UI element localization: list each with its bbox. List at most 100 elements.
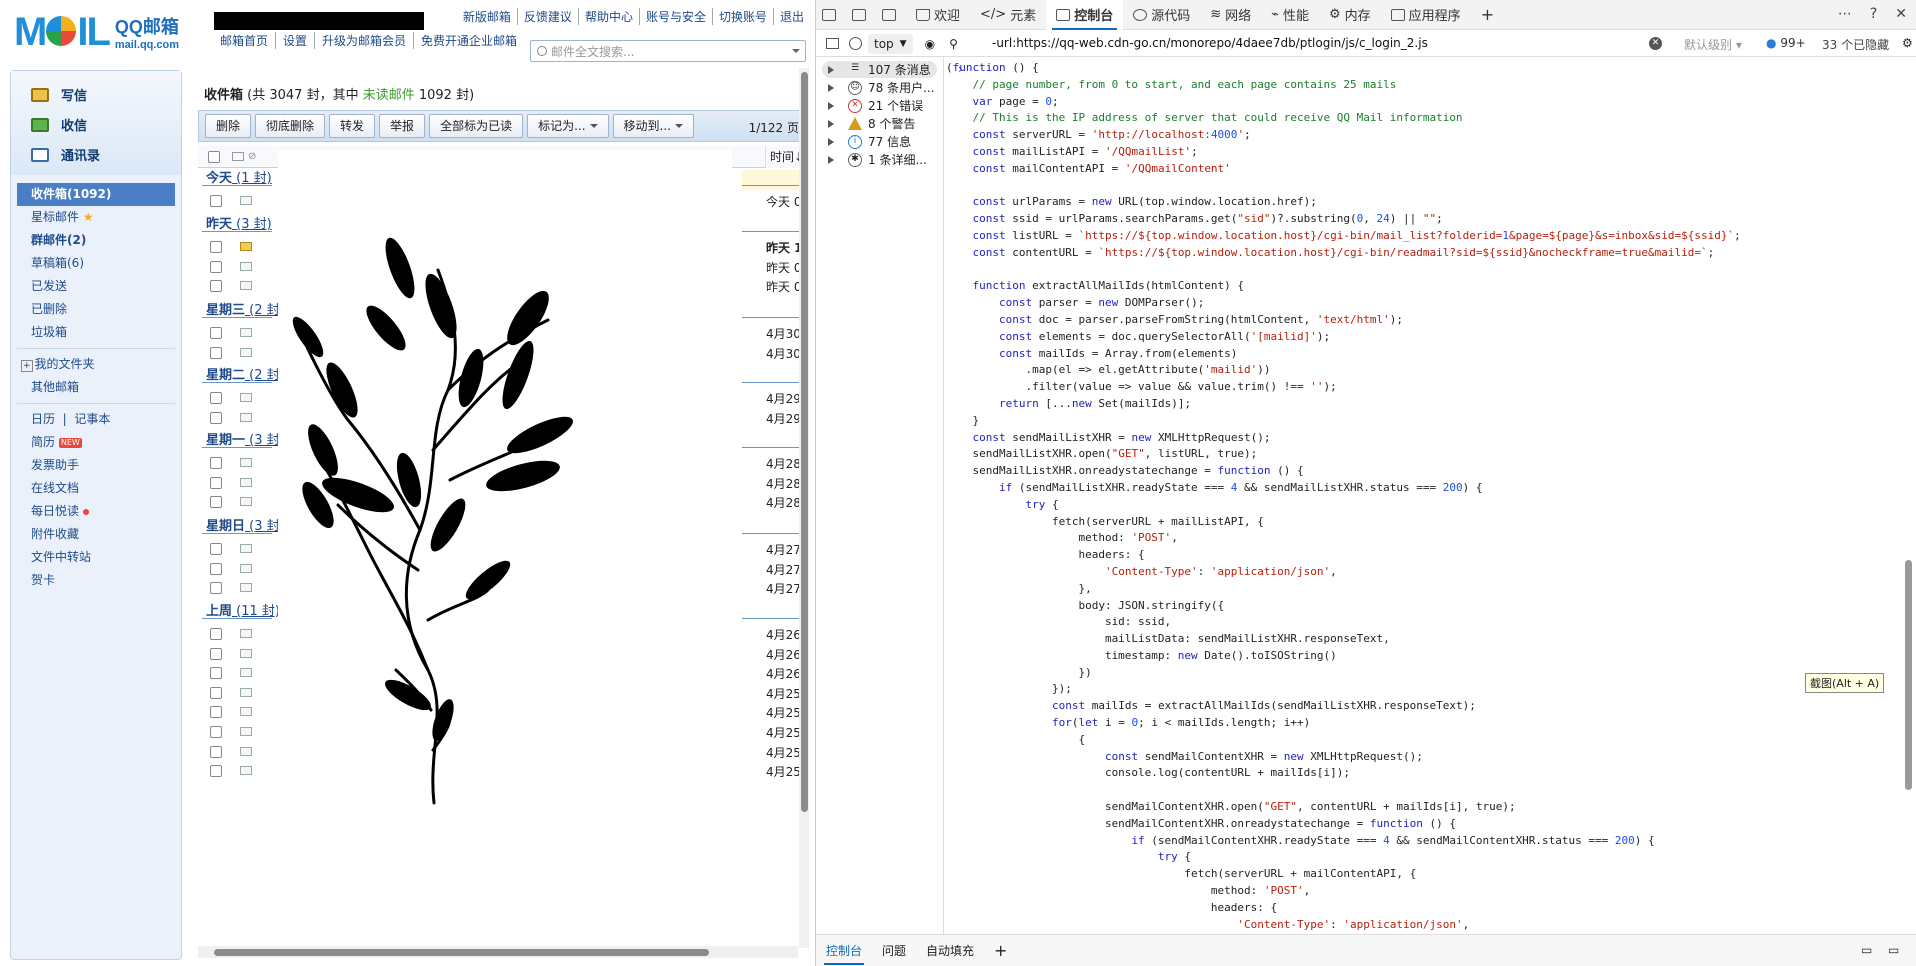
scroll-thumb[interactable] — [214, 949, 709, 956]
group-header[interactable]: 昨天 (3 封) — [206, 213, 272, 232]
link-upgrade[interactable]: 升级为邮箱会员 — [314, 32, 413, 49]
row-checkbox[interactable] — [210, 745, 222, 758]
tab-application[interactable]: 应用程序 — [1381, 0, 1471, 30]
group-header[interactable]: 上周 (11 封) — [206, 600, 280, 619]
link-account-security[interactable]: 账号与安全 — [638, 8, 712, 25]
folder-inbox[interactable]: 收件箱(1092) — [17, 183, 175, 206]
settings-gear-icon[interactable]: ⚙ — [1902, 36, 1913, 50]
inspect-icon[interactable] — [816, 0, 846, 30]
link-home[interactable]: 邮箱首页 — [220, 32, 275, 49]
row-checkbox[interactable] — [210, 667, 222, 680]
folder-spam[interactable]: 垃圾箱 — [17, 321, 175, 344]
folder-starred[interactable]: 星标邮件 ★ — [17, 206, 175, 229]
tab-performance[interactable]: ⌁ 性能 — [1261, 0, 1319, 30]
search-input[interactable]: 邮件全文搜索... — [530, 40, 806, 62]
drawer-tab-issues[interactable]: 问题 — [872, 935, 916, 966]
tool-file-transfer[interactable]: 文件中转站 — [17, 546, 175, 569]
forward-button[interactable]: 转发 — [329, 114, 376, 138]
row-checkbox[interactable] — [210, 476, 222, 489]
chevron-down-icon[interactable] — [792, 49, 800, 57]
row-checkbox[interactable] — [210, 346, 222, 359]
device-icon[interactable] — [846, 0, 876, 30]
help-icon[interactable]: ? — [1870, 6, 1877, 22]
sidebar-info[interactable]: i 77 信息 — [828, 133, 911, 150]
folder-deleted[interactable]: 已删除 — [17, 298, 175, 321]
group-count[interactable]: (1 封) — [232, 171, 272, 186]
tool-notes[interactable]: 记事本 — [74, 412, 110, 426]
link-help[interactable]: 帮助中心 — [577, 8, 639, 25]
mark-as-dropdown[interactable]: 标记为... — [527, 114, 609, 138]
link-enterprise[interactable]: 免费开通企业邮箱 — [413, 32, 524, 49]
row-checkbox[interactable] — [210, 543, 222, 555]
other-mail[interactable]: 其他邮箱 — [17, 376, 175, 399]
my-folders[interactable]: + 我的文件夹 — [17, 353, 175, 376]
tool-invoice[interactable]: 发票助手 — [17, 454, 175, 477]
tool-attachments[interactable]: 附件收藏 — [17, 523, 175, 546]
link-logout[interactable]: 退出 — [772, 8, 810, 25]
tab-elements[interactable]: </> 元素 — [970, 0, 1046, 30]
tool-daily-read[interactable]: 每日悦读 — [17, 500, 175, 523]
group-count[interactable]: (3 封 — [245, 433, 279, 448]
expand-icon[interactable]: + — [21, 360, 33, 372]
qq-mail-logo[interactable]: M IL QQ邮箱 mail.qq.com — [14, 10, 179, 54]
row-checkbox[interactable] — [210, 706, 222, 719]
sidebar-icon[interactable] — [826, 38, 839, 49]
filter-input[interactable]: -url:https://qq-web.cdn-go.cn/monorepo/4… — [992, 36, 1428, 50]
mark-all-read-button[interactable]: 全部标为已读 — [429, 114, 524, 138]
row-checkbox[interactable] — [210, 195, 222, 207]
contacts-button[interactable]: 通讯录 — [31, 145, 100, 164]
log-level-dropdown[interactable]: 默认级别 ▾ — [1684, 36, 1742, 53]
group-count[interactable]: (2 封 — [245, 368, 279, 383]
group-header[interactable]: 星期三 (2 封 — [206, 299, 280, 318]
group-count[interactable]: (3 封 — [245, 519, 279, 534]
row-checkbox[interactable] — [210, 457, 222, 469]
group-header[interactable]: 星期二 (2 封 — [206, 364, 280, 383]
link-feedback[interactable]: 反馈建议 — [516, 8, 578, 25]
link-new-mail[interactable]: 新版邮箱 — [457, 8, 517, 25]
delete-button[interactable]: 删除 — [205, 114, 252, 138]
row-checkbox[interactable] — [210, 562, 222, 575]
report-button[interactable]: 举报 — [379, 114, 426, 138]
select-all-checkbox[interactable] — [208, 151, 220, 163]
row-checkbox[interactable] — [210, 647, 222, 660]
row-checkbox[interactable] — [210, 241, 222, 253]
permanent-delete-button[interactable]: 彻底删除 — [255, 114, 326, 138]
group-count[interactable]: (3 封) — [232, 217, 272, 232]
sidebar-toggle-icon[interactable] — [876, 0, 906, 30]
tool-calendar[interactable]: 日历 — [31, 412, 55, 426]
tab-sources[interactable]: 源代码 — [1123, 0, 1200, 30]
group-header[interactable]: 星期日 (3 封 — [206, 515, 280, 534]
tool-cards[interactable]: 贺卡 — [17, 569, 175, 592]
console-scrollbar[interactable] — [1903, 60, 1913, 930]
clear-console-icon[interactable] — [849, 37, 862, 50]
scroll-thumb[interactable] — [801, 72, 808, 812]
row-checkbox[interactable] — [210, 411, 222, 424]
add-tab-icon[interactable]: + — [1471, 0, 1504, 30]
row-checkbox[interactable] — [210, 726, 222, 738]
sidebar-errors[interactable]: ✕ 21 个错误 — [828, 97, 923, 114]
sidebar-verbose[interactable]: ✱ 1 条详细... — [828, 151, 927, 168]
tab-console[interactable]: 控制台 — [1046, 0, 1124, 30]
scroll-thumb[interactable] — [1905, 560, 1912, 790]
collapse-drawer-icon[interactable]: ▭ — [1888, 943, 1899, 957]
folder-group[interactable]: 群邮件(2) — [17, 229, 175, 252]
row-checkbox[interactable] — [210, 686, 222, 699]
unread-link[interactable]: 未读邮件 — [363, 88, 415, 103]
tool-docs[interactable]: 在线文档 — [17, 477, 175, 500]
add-drawer-tab-icon[interactable]: + — [984, 935, 1017, 966]
sidebar-messages[interactable]: ☰ 107 条消息 — [822, 61, 937, 78]
row-checkbox[interactable] — [210, 327, 222, 339]
row-checkbox[interactable] — [210, 392, 222, 404]
group-count[interactable]: (11 封) — [232, 604, 280, 619]
tool-resume[interactable]: 简历 NEW — [17, 431, 175, 454]
drawer-tab-autofill[interactable]: 自动填充 — [916, 935, 984, 966]
row-checkbox[interactable] — [210, 628, 222, 640]
close-icon[interactable]: ✕ — [1895, 6, 1907, 22]
row-checkbox[interactable] — [210, 582, 222, 595]
link-switch-account[interactable]: 切换账号 — [711, 8, 773, 25]
eye-icon[interactable]: ◉ — [925, 37, 935, 51]
issues-badge[interactable]: ● 99+ — [1766, 36, 1806, 50]
clear-filter-icon[interactable]: ✕ — [1649, 37, 1662, 50]
more-icon[interactable]: ⋯ — [1838, 6, 1852, 22]
horizontal-scrollbar[interactable] — [198, 946, 798, 958]
